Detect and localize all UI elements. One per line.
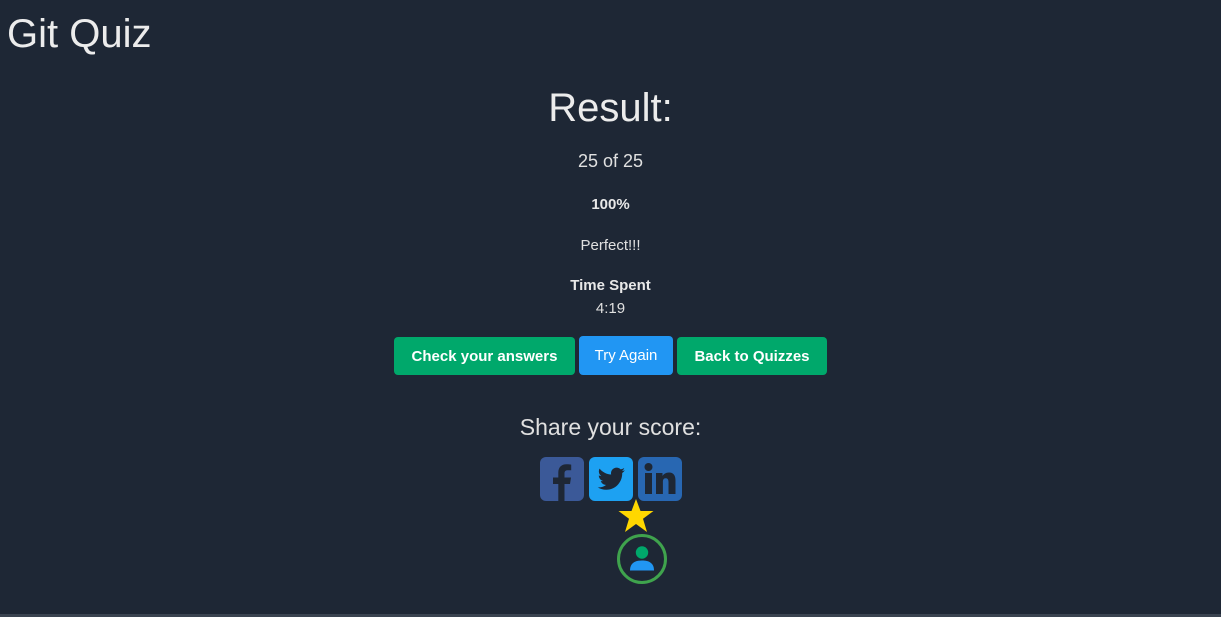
twitter-icon[interactable] — [588, 457, 633, 501]
share-score-label: Share your score: — [519, 414, 702, 440]
score-percent: 100% — [591, 196, 630, 213]
score-text: 25 of 25 — [577, 151, 644, 171]
result-heading: Result: — [548, 86, 673, 130]
time-spent-value: 4:19 — [595, 300, 626, 317]
quiz-result-page: Git Quiz Result: 25 of 25 100% Perfect!!… — [0, 0, 1221, 617]
back-to-quizzes-button[interactable]: Back to Quizzes — [677, 337, 827, 375]
linkedin-icon[interactable] — [637, 457, 682, 501]
star-icon — [618, 499, 654, 532]
result-message: Perfect!!! — [580, 237, 641, 254]
app-title: Git Quiz — [7, 12, 152, 56]
time-spent-label: Time Spent — [570, 277, 651, 294]
action-buttons: Check your answers Try Again Back to Qui… — [0, 336, 1221, 375]
try-again-button[interactable]: Try Again — [579, 336, 673, 375]
facebook-icon[interactable] — [539, 457, 584, 501]
check-answers-button[interactable]: Check your answers — [394, 337, 575, 375]
user-avatar-icon[interactable] — [616, 533, 668, 585]
share-icons — [0, 457, 1221, 501]
